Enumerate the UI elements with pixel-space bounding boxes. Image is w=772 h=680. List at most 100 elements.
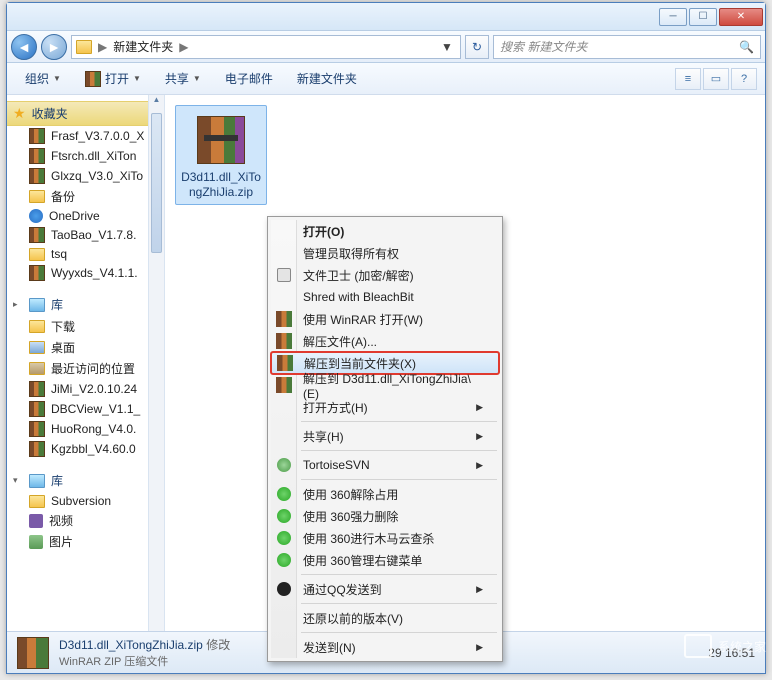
watermark-text: 系统之家 [718,638,766,655]
address-dropdown[interactable]: ▼ [438,40,456,54]
refresh-button[interactable]: ↻ [465,35,489,59]
preview-pane-button[interactable]: ▭ [703,68,729,90]
menu-open-with[interactable]: 打开方式(H)▶ [271,396,499,418]
libraries2-header[interactable]: ▾库 [7,469,164,492]
winrar-icon [276,333,292,349]
menu-send-to[interactable]: 发送到(N)▶ [271,636,499,658]
sidebar: ★收藏夹 Frasf_V3.7.0.0_X Ftsrch.dll_XiTon G… [7,95,165,645]
sidebar-item[interactable]: Glxzq_V3.0_XiTo [7,166,164,186]
archive-icon [17,637,49,669]
menu-admin-ownership[interactable]: 管理员取得所有权 [271,242,499,264]
sidebar-item[interactable]: 备份 [7,186,164,207]
library-icon [29,298,45,312]
qq-icon [277,582,291,596]
file-name: D3d11.dll_XiTongZhiJia.zip [180,170,262,200]
360-icon [277,531,291,545]
sidebar-item[interactable]: 视频 [7,510,164,531]
rar-icon [29,227,45,243]
back-button[interactable]: ◄ [11,34,37,60]
sidebar-scrollbar[interactable]: ▲ ▼ [148,95,164,645]
menu-open[interactable]: 打开(O) [271,220,499,242]
winrar-icon [276,311,292,327]
sidebar-item[interactable]: DBCView_V1.1_ [7,399,164,419]
submenu-arrow-icon: ▶ [476,642,483,653]
search-icon: 🔍 [739,40,754,54]
sidebar-item[interactable]: OneDrive [7,207,164,225]
favorites-header[interactable]: ★收藏夹 [7,101,164,126]
search-input[interactable]: 搜索 新建文件夹 🔍 [493,35,761,59]
rar-icon [29,265,45,281]
menu-file-guard[interactable]: 文件卫士 (加密/解密) [271,264,499,286]
libraries-header[interactable]: ▸库 [7,293,164,316]
collapse-icon: ▸ [13,299,23,310]
new-folder-button[interactable]: 新建文件夹 [287,66,367,91]
file-item-selected[interactable]: D3d11.dll_XiTongZhiJia.zip [175,105,267,205]
sidebar-item[interactable]: HuoRong_V4.0. [7,419,164,439]
breadcrumb-item[interactable]: 新建文件夹 [109,38,177,55]
sidebar-item[interactable]: 最近访问的位置 [7,358,164,379]
onedrive-icon [29,209,43,223]
sidebar-item[interactable]: 图片 [7,531,164,552]
menu-share[interactable]: 共享(H)▶ [271,425,499,447]
menu-shred[interactable]: Shred with BleachBit [271,286,499,308]
scroll-up-icon[interactable]: ▲ [149,95,164,111]
help-button[interactable]: ? [731,68,757,90]
sidebar-item[interactable]: tsq [7,245,164,263]
email-button[interactable]: 电子邮件 [215,66,283,91]
sidebar-item[interactable]: Frasf_V3.7.0.0_X [7,126,164,146]
view-options-button[interactable]: ≡ [675,68,701,90]
separator [301,421,497,422]
menu-360-rightclick[interactable]: 使用 360管理右键菜单 [271,549,499,571]
sidebar-item[interactable]: Subversion [7,492,164,510]
folder-icon [29,495,45,508]
menu-extract-files[interactable]: 解压文件(A)... [271,330,499,352]
menu-winrar-open[interactable]: 使用 WinRAR 打开(W) [271,308,499,330]
submenu-arrow-icon: ▶ [476,460,483,471]
menu-360-delete[interactable]: 使用 360强力删除 [271,505,499,527]
menu-restore-versions[interactable]: 还原以前的版本(V) [271,607,499,629]
sidebar-item[interactable]: JiMi_V2.0.10.24 [7,379,164,399]
sidebar-item[interactable]: Wyyxds_V4.1.1. [7,263,164,283]
folder-icon [29,248,45,261]
minimize-button[interactable]: ─ [659,8,687,26]
expand-icon: ▾ [13,475,23,486]
search-placeholder: 搜索 新建文件夹 [500,38,587,55]
tortoise-icon [277,458,291,472]
toolbar: 组织▼ 打开▼ 共享▼ 电子邮件 新建文件夹 ≡ ▭ ? [7,63,765,95]
context-menu: 打开(O) 管理员取得所有权 文件卫士 (加密/解密) Shred with B… [267,216,503,662]
sidebar-item[interactable]: TaoBao_V1.7.8. [7,225,164,245]
menu-360-unlock[interactable]: 使用 360解除占用 [271,483,499,505]
sidebar-item[interactable]: Ftsrch.dll_XiTon [7,146,164,166]
sidebar-item[interactable]: Kgzbbl_V4.60.0 [7,439,164,459]
open-menu[interactable]: 打开▼ [75,66,151,91]
menu-tortoisesvn[interactable]: TortoiseSVN▶ [271,454,499,476]
rar-icon [29,441,45,457]
close-button[interactable]: ✕ [719,8,763,26]
chevron-right-icon: ▶ [96,40,109,54]
scroll-thumb[interactable] [151,113,162,253]
status-filetype: WinRAR ZIP 压缩文件 [59,653,230,669]
sidebar-item[interactable]: 桌面 [7,337,164,358]
separator [301,479,497,480]
status-filename: D3d11.dll_XiTongZhiJia.zip [59,638,203,652]
watermark: 系统之家 [684,634,766,658]
organize-menu[interactable]: 组织▼ [15,66,71,91]
recent-icon [29,362,45,375]
desktop-icon [29,341,45,354]
sidebar-item[interactable]: 下载 [7,316,164,337]
forward-button[interactable]: ► [41,34,67,60]
star-icon: ★ [13,105,26,122]
separator [301,632,497,633]
menu-qq-send[interactable]: 通过QQ发送到▶ [271,578,499,600]
submenu-arrow-icon: ▶ [476,402,483,413]
maximize-button[interactable]: ☐ [689,8,717,26]
video-icon [29,514,43,528]
menu-extract-to[interactable]: 解压到 D3d11.dll_XiTongZhiJia\(E) [271,374,499,396]
address-bar[interactable]: ▶ 新建文件夹 ▶ ▼ [71,35,461,59]
menu-360-scan[interactable]: 使用 360进行木马云查杀 [271,527,499,549]
share-menu[interactable]: 共享▼ [155,66,211,91]
rar-icon [29,168,45,184]
360-icon [277,487,291,501]
rar-icon [29,128,45,144]
folder-icon [29,190,45,203]
